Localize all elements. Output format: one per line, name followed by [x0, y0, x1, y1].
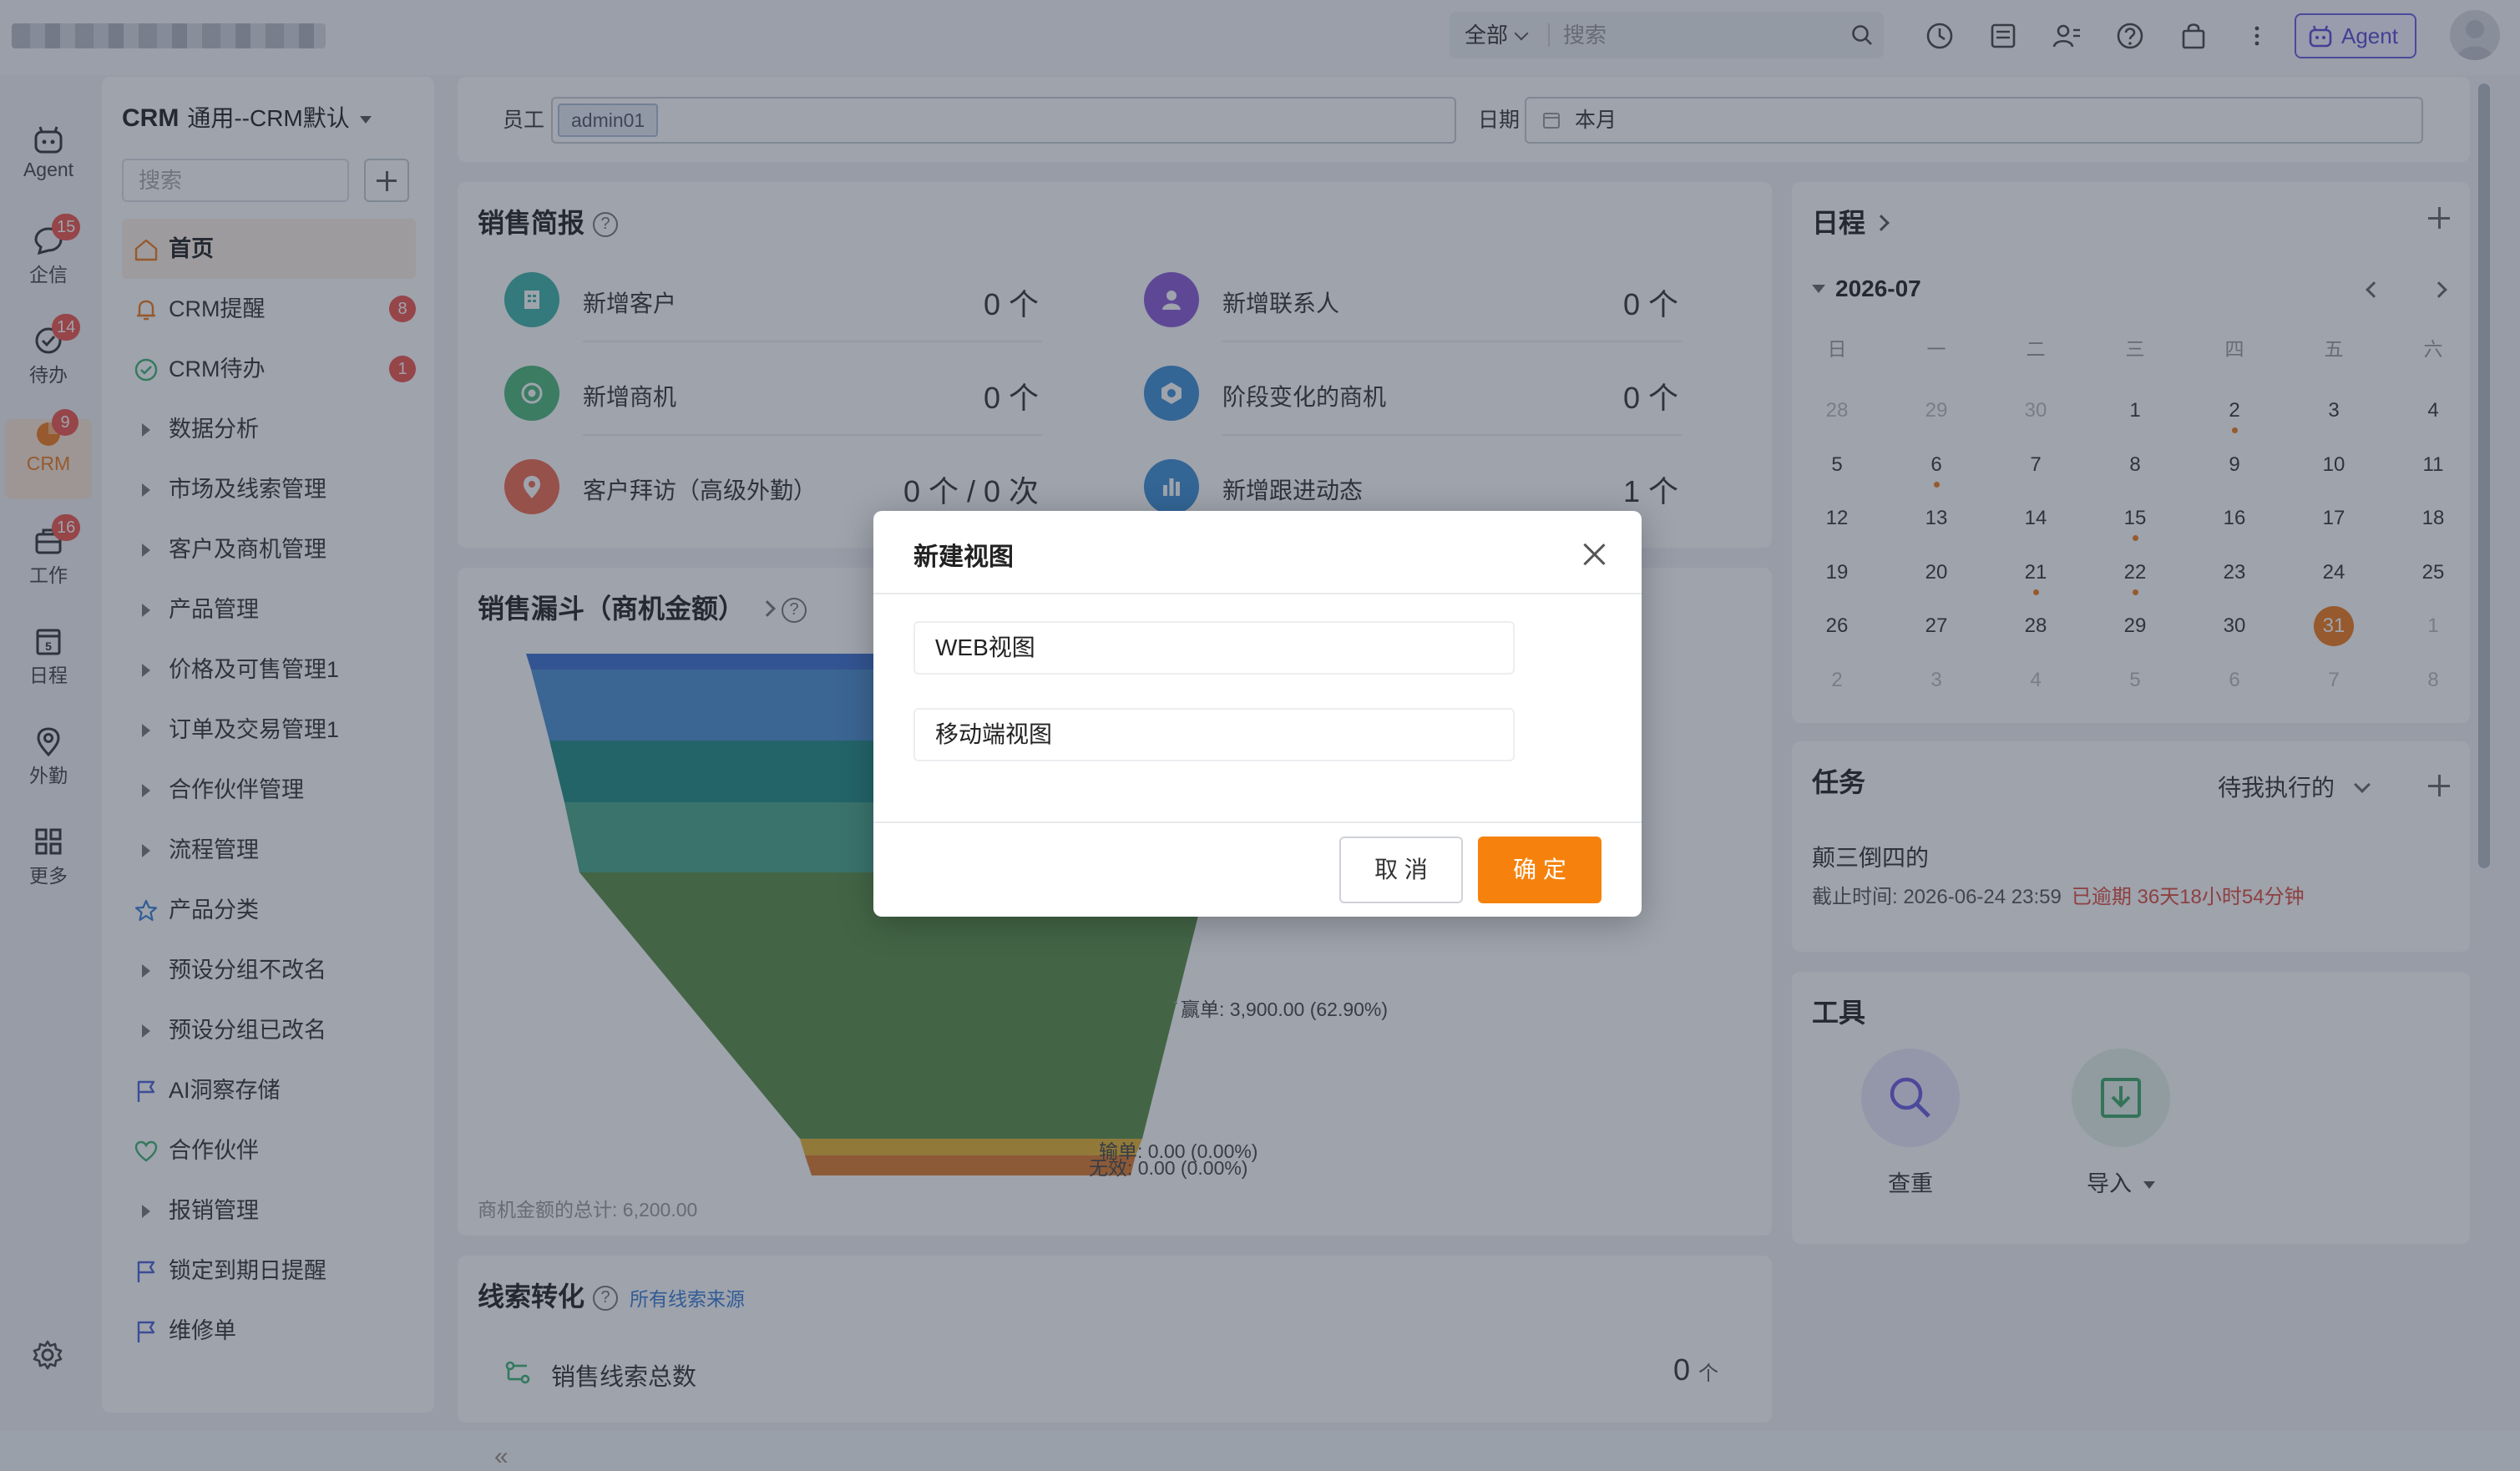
- collapse-sidebar-icon[interactable]: «: [494, 1443, 509, 1471]
- new-view-dialog: 新建视图 WEB视图 移动端视图 取 消 确 定: [873, 511, 1642, 917]
- divider: [873, 821, 1642, 823]
- close-icon[interactable]: [1583, 543, 1607, 566]
- cancel-button[interactable]: 取 消: [1339, 837, 1463, 903]
- confirm-button[interactable]: 确 定: [1478, 837, 1602, 903]
- dialog-title: 新建视图: [913, 543, 1014, 571]
- divider: [873, 593, 1642, 594]
- option-mobile-view[interactable]: 移动端视图: [913, 708, 1515, 761]
- option-web-view[interactable]: WEB视图: [913, 621, 1515, 675]
